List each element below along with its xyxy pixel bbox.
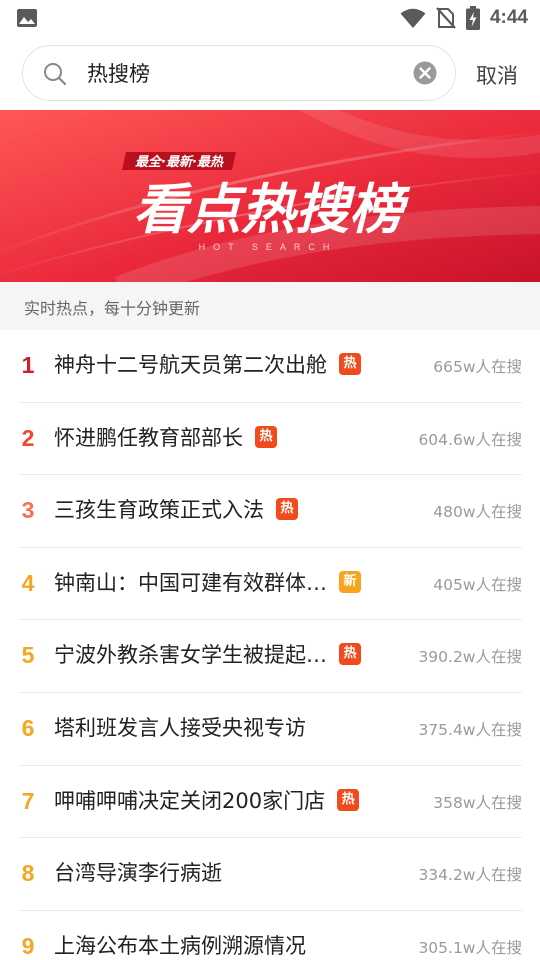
item-title: 呷哺呷哺决定关闭200家门店 [54,788,326,813]
clear-icon[interactable] [413,61,437,85]
list-item[interactable]: 4 钟南山：中国可建有效群体… 新 405w人在搜 [18,548,522,621]
rank-number: 8 [21,860,35,887]
banner-tagline-badge: 最全·最新·最热 [122,152,236,170]
list-item[interactable]: 3 三孩生育政策正式入法热 480w人在搜 [18,475,522,548]
search-box[interactable] [22,45,456,101]
rank-number: 7 [21,787,35,814]
item-title: 上海公布本土病例溯源情况 [54,933,306,958]
item-title-group: 怀进鹏任教育部部长热 [54,421,277,453]
banner-subtitle: HOT SEARCH [199,242,338,252]
no-sim-icon [436,7,456,29]
list-item[interactable]: 7 呷哺呷哺决定关闭200家门店热 358w人在搜 [18,766,522,839]
search-bar: 取消 [0,36,540,110]
banner-title: 看点热搜榜 [133,178,411,241]
item-title: 三孩生育政策正式入法 [54,498,264,523]
item-title-group: 塔利班发言人接受央视专访 [54,711,306,743]
rank-number: 3 [21,497,35,524]
item-title: 宁波外教杀害女学生被提起… [54,643,327,668]
search-icon [44,63,67,86]
status-time: 4:44 [489,7,528,28]
hot-search-banner: 最全·最新·最热 看点热搜榜 HOT SEARCH [0,110,540,282]
hot-badge: 热 [339,353,361,375]
item-title-group: 上海公布本土病例溯源情况 [54,929,306,960]
update-note: 实时热点，每十分钟更新 [0,282,540,330]
search-count: 358w人在搜 [433,793,522,812]
item-title: 台湾导演李行病逝 [54,861,222,886]
item-title-group: 钟南山：中国可建有效群体… 新 [54,566,361,598]
rank-number: 5 [21,642,35,669]
wifi-icon [400,8,426,28]
list-item[interactable]: 5 宁波外教杀害女学生被提起… 热 390.2w人在搜 [18,620,522,693]
item-title: 钟南山：中国可建有效群体… [54,570,327,595]
search-count: 390.2w人在搜 [418,648,522,667]
hot-search-list: 1 神舟十二号航天员第二次出舱热 665w人在搜 2 怀进鹏任教育部部长热 604.6w人… [0,330,540,960]
search-count: 375.4w人在搜 [418,720,522,739]
hot-badge: 热 [337,788,360,811]
item-title: 怀进鹏任教育部部长 [54,425,243,450]
banner-tagline: 最全·最新·最热 [135,154,224,170]
item-title-group: 三孩生育政策正式入法热 [54,493,298,525]
update-note-text: 实时热点，每十分钟更新 [24,299,201,318]
search-count: 305.1w人在搜 [418,938,522,957]
item-title: 塔利班发言人接受央视专访 [54,715,306,740]
status-bar: 4:44 [0,0,540,36]
cancel-button[interactable]: 取消 [476,60,518,90]
new-badge: 新 [339,570,361,593]
list-item[interactable]: 2 怀进鹏任教育部部长热 604.6w人在搜 [18,403,522,476]
image-icon [17,9,37,27]
rank-number: 4 [21,569,35,596]
list-item[interactable]: 6 塔利班发言人接受央视专访 375.4w人在搜 [18,693,522,766]
rank-number: 6 [21,714,35,741]
item-title-group: 呷哺呷哺决定关闭200家门店热 [54,784,360,816]
hot-badge: 热 [339,643,361,666]
item-title-group: 宁波外教杀害女学生被提起… 热 [54,638,361,670]
search-count: 480w人在搜 [433,503,522,522]
item-title: 神舟十二号航天员第二次出舱 [54,353,327,377]
list-item[interactable]: 1 神舟十二号航天员第二次出舱热 665w人在搜 [18,330,522,403]
search-count: 334.2w人在搜 [418,866,522,885]
item-title-group: 神舟十二号航天员第二次出舱热 [54,348,361,380]
list-item[interactable]: 8 台湾导演李行病逝 334.2w人在搜 [18,838,522,911]
rank-number: 2 [21,424,35,451]
rank-number: 1 [21,352,35,378]
item-title-group: 台湾导演李行病逝 [54,856,222,888]
hot-badge: 热 [255,425,277,448]
search-count: 604.6w人在搜 [418,430,522,449]
search-input[interactable] [87,54,397,92]
rank-number: 9 [21,932,35,959]
battery-charging-icon [465,6,480,30]
search-count: 665w人在搜 [433,358,522,376]
search-count: 405w人在搜 [433,575,522,594]
hot-badge: 热 [276,498,298,521]
list-item[interactable]: 9 上海公布本土病例溯源情况 305.1w人在搜 [18,911,522,960]
